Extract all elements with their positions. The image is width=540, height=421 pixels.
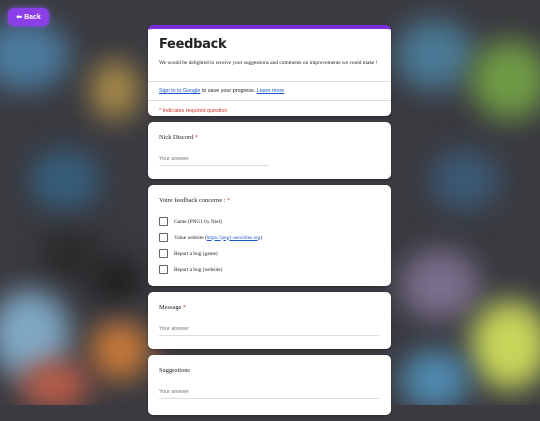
option-bug-game[interactable]: Report a bug (game) [159, 249, 218, 258]
form-description: We would be delighted to receive your su… [159, 60, 378, 66]
feedback-form: Feedback We would be delighted to receiv… [148, 25, 391, 421]
option-game[interactable]: Game (PNG1 by Niel) [159, 217, 222, 226]
question-card-concern: Votre feedback concerne : * Game (PNG1 b… [148, 185, 391, 286]
option-value-website[interactable]: Value website (https://png1.neocities.or… [159, 233, 262, 242]
question-card-nick: Nick Discord * Your answer [148, 122, 391, 179]
divider [148, 81, 391, 82]
neocities-link[interactable]: https://png1.neocities.org [207, 235, 261, 241]
learn-more-link[interactable]: Learn more [257, 88, 285, 94]
left-arrow-icon: ⬅ [16, 14, 23, 21]
signin-line: Sign in to Google to save your progress.… [159, 88, 284, 94]
question-label-suggestions: Suggestions [159, 367, 190, 374]
form-header-card: Feedback We would be delighted to receiv… [148, 25, 391, 116]
back-button[interactable]: ⬅ Back [8, 8, 49, 26]
back-button-label: Back [24, 13, 41, 21]
suggestions-input[interactable]: Your answer [159, 389, 379, 399]
signin-text: to save your progress. [201, 88, 256, 94]
option-bug-website[interactable]: Report a bug (website) [159, 265, 222, 274]
nick-input[interactable]: Your answer [159, 156, 269, 166]
question-label-message: Message * [159, 304, 187, 311]
required-star: * [227, 197, 231, 204]
divider [148, 100, 391, 101]
checkbox[interactable] [159, 249, 168, 258]
required-star: * [194, 134, 199, 141]
message-input[interactable]: Your answer [159, 326, 379, 336]
question-label-concern: Votre feedback concerne : * [159, 197, 231, 204]
required-star: * [182, 304, 187, 311]
checkbox[interactable] [159, 265, 168, 274]
checkbox[interactable] [159, 217, 168, 226]
required-note: * Indicates required question [159, 108, 228, 114]
question-card-suggestions: Suggestions Your answer [148, 355, 391, 415]
form-title: Feedback [159, 37, 227, 52]
checkbox[interactable] [159, 233, 168, 242]
question-card-message: Message * Your answer [148, 292, 391, 349]
question-label-nick: Nick Discord * [159, 134, 199, 141]
signin-link[interactable]: Sign in to Google [159, 88, 200, 94]
